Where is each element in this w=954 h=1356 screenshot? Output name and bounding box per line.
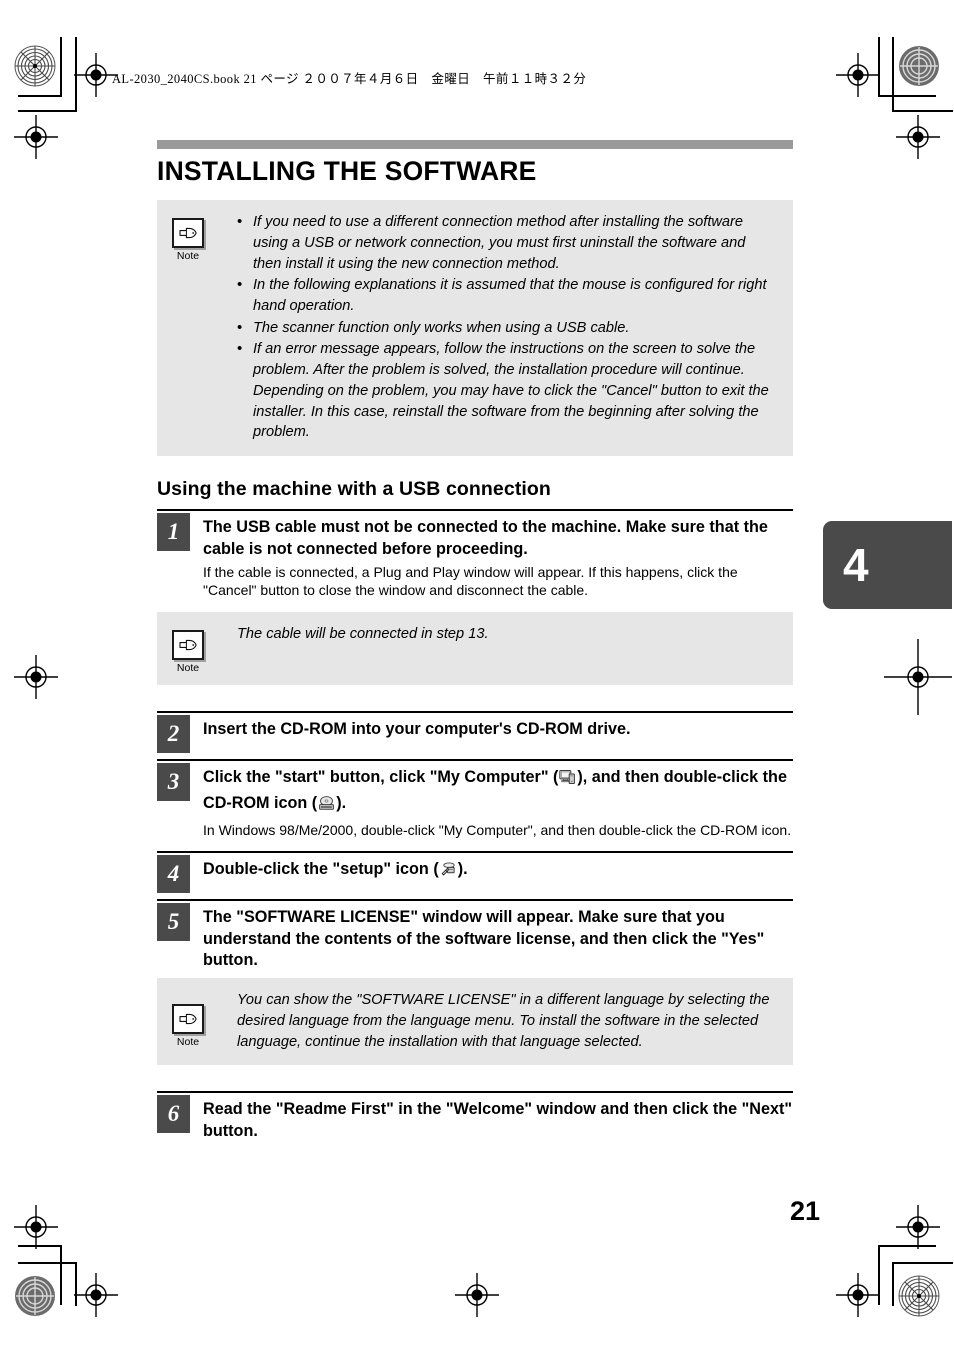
- crop-line: [878, 95, 936, 97]
- starburst-registration-mark: [898, 1275, 940, 1317]
- note-label: Note: [176, 661, 200, 674]
- step-body: Read the "Readme First" in the "Welcome"…: [203, 1095, 793, 1148]
- intro-note-list: If you need to use a different connectio…: [219, 211, 775, 443]
- crop-line: [60, 1245, 62, 1305]
- step-number-badge: 4: [157, 855, 190, 894]
- step-heading-part: Click the "start" button, click "My Comp…: [203, 768, 559, 787]
- step-heading-part: ).: [457, 860, 468, 879]
- setup-installer-icon: [440, 861, 457, 885]
- starburst-registration-mark: [14, 45, 56, 87]
- intro-note-box: Note If you need to use a different conn…: [157, 200, 793, 457]
- crop-line: [18, 95, 62, 97]
- crosshair-registration-mark: [896, 1205, 940, 1249]
- step-number-badge: 1: [157, 513, 190, 552]
- page-content: INSTALLING THE SOFTWARE Note If you need…: [157, 140, 793, 1149]
- step-number-badge: 6: [157, 1095, 190, 1134]
- list-item: In the following explanations it is assu…: [237, 274, 775, 316]
- title-rule: [157, 140, 793, 149]
- book-file-header: AL-2030_2040CS.book 21 ページ ２００７年４月６日 金曜日…: [112, 72, 587, 86]
- list-item: The scanner function only works when usi…: [237, 317, 775, 339]
- step-detail: In Windows 98/Me/2000, double-click "My …: [203, 822, 792, 839]
- crosshair-registration-mark: [14, 655, 58, 699]
- page-number: 21: [790, 1196, 821, 1226]
- note-text: The cable will be connected in step 13.: [237, 625, 489, 642]
- note-label: Note: [176, 1035, 200, 1048]
- step-number-badge: 3: [157, 763, 190, 802]
- step-heading: Read the "Readme First" in the "Welcome"…: [203, 1100, 793, 1140]
- crop-line: [892, 1262, 894, 1306]
- step-heading-part: ).: [336, 793, 347, 812]
- starburst-registration-mark: [898, 45, 940, 87]
- step-heading: The "SOFTWARE LICENSE" window will appea…: [203, 908, 765, 970]
- note-text: You can show the "SOFTWARE LICENSE" in a…: [237, 991, 770, 1051]
- step-body: The USB cable must not be connected to t…: [203, 513, 793, 605]
- step-body: Insert the CD-ROM into your computer's C…: [203, 715, 793, 747]
- crosshair-registration-mark: [14, 1205, 58, 1249]
- intro-note-body: If you need to use a different connectio…: [219, 210, 793, 444]
- step-6: 6 Read the "Readme First" in the "Welcom…: [157, 1091, 793, 1148]
- crosshair-registration-mark: [896, 115, 940, 159]
- step-body: Click the "start" button, click "My Comp…: [203, 763, 793, 845]
- crop-line: [893, 110, 953, 112]
- section-title: Using the machine with a USB connection: [157, 478, 551, 501]
- step1-note-body: The cable will be connected in step 13.: [219, 622, 793, 645]
- step-heading: The USB cable must not be connected to t…: [203, 518, 768, 558]
- crosshair-registration-mark: [14, 115, 58, 159]
- cd-rom-drive-icon: [318, 795, 335, 819]
- starburst-registration-mark: [14, 1275, 56, 1317]
- note-label: Note: [176, 250, 200, 263]
- my-computer-icon: [559, 769, 576, 793]
- step5-note-body: You can show the "SOFTWARE LICENSE" in a…: [219, 988, 793, 1053]
- step-body: Double-click the "setup" icon ( ).: [203, 855, 793, 891]
- crosshair-registration-mark: [884, 639, 952, 715]
- step-number-badge: 5: [157, 903, 190, 942]
- crosshair-registration-mark: [836, 53, 880, 97]
- step5-note-box: Note You can show the "SOFTWARE LICENSE"…: [157, 977, 793, 1066]
- crop-line: [18, 110, 76, 112]
- crop-line: [60, 37, 62, 95]
- note-icon-wrap: Note: [157, 622, 219, 674]
- crop-line: [892, 37, 894, 112]
- crosshair-registration-mark: [74, 1273, 118, 1317]
- step1-note-box: Note The cable will be connected in step…: [157, 611, 793, 686]
- step-heading: Click the "start" button, click "My Comp…: [203, 767, 793, 818]
- crop-line: [893, 1262, 953, 1264]
- crosshair-registration-mark: [836, 1273, 880, 1317]
- list-item: If an error message appears, follow the …: [237, 338, 775, 443]
- pointing-hand-icon: [172, 1003, 204, 1034]
- step-5: 5 The "SOFTWARE LICENSE" window will app…: [157, 899, 793, 978]
- crosshair-registration-mark: [455, 1273, 499, 1317]
- step-heading-part: Double-click the "setup" icon (: [203, 860, 439, 879]
- pointing-hand-icon: [172, 218, 204, 249]
- step-heading: Insert the CD-ROM into your computer's C…: [203, 720, 631, 739]
- note-icon-wrap: Note: [157, 210, 219, 262]
- pointing-hand-icon: [172, 629, 204, 660]
- chapter-tab: 4: [823, 521, 952, 609]
- page-title: INSTALLING THE SOFTWARE: [157, 156, 537, 186]
- step-4: 4 Double-click the "setup" icon ( ).: [157, 851, 793, 894]
- step-detail: If the cable is connected, a Plug and Pl…: [203, 564, 738, 599]
- step-3: 3 Click the "start" button, click "My Co…: [157, 759, 793, 845]
- step-body: The "SOFTWARE LICENSE" window will appea…: [203, 903, 793, 978]
- list-item: If you need to use a different connectio…: [237, 211, 775, 274]
- step-1: 1 The USB cable must not be connected to…: [157, 509, 793, 605]
- note-icon-wrap: Note: [157, 988, 219, 1048]
- step-2: 2 Insert the CD-ROM into your computer's…: [157, 711, 793, 754]
- step-heading: Double-click the "setup" icon ( ).: [203, 859, 793, 885]
- step-number-badge: 2: [157, 715, 190, 754]
- crop-line: [18, 1262, 76, 1264]
